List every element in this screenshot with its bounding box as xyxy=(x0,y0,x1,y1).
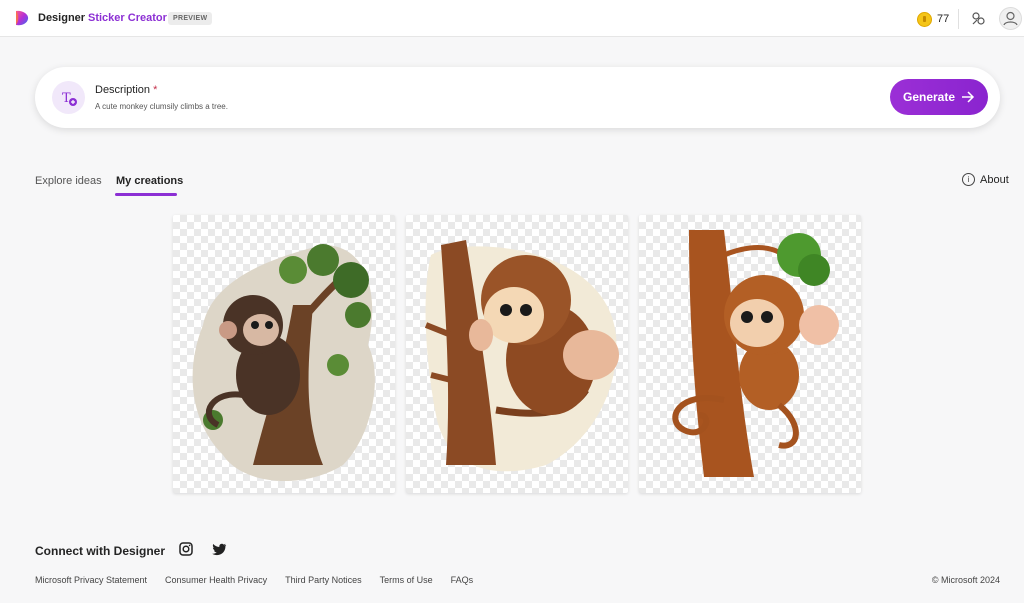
sticker-card[interactable] xyxy=(639,215,861,493)
footer-link-faqs[interactable]: FAQs xyxy=(451,575,474,585)
footer-links: Microsoft Privacy Statement Consumer Hea… xyxy=(35,575,473,585)
designer-logo-icon[interactable] xyxy=(13,9,31,27)
boost-coins[interactable]: 77 xyxy=(917,10,949,28)
twitter-icon[interactable] xyxy=(212,543,227,556)
about-label: About xyxy=(980,173,1009,186)
share-icon[interactable] xyxy=(968,9,988,29)
footer-link-terms[interactable]: Terms of Use xyxy=(380,575,433,585)
description-label-text: Description xyxy=(95,84,151,96)
monkey-sticker-image xyxy=(424,240,619,472)
about-link[interactable]: i About xyxy=(962,173,1009,186)
tab-my-creations[interactable]: My creations xyxy=(116,175,183,187)
description-label: Description * xyxy=(95,84,157,96)
instagram-icon[interactable] xyxy=(179,542,193,556)
generate-label: Generate xyxy=(902,90,956,104)
monkey-sticker-image xyxy=(672,230,839,477)
connect-heading: Connect with Designer xyxy=(35,544,166,558)
description-input[interactable]: A cute monkey clumsily climbs a tree. xyxy=(95,102,228,111)
active-tab-indicator xyxy=(115,193,177,196)
info-icon: i xyxy=(962,173,975,186)
text-prompt-icon: T xyxy=(52,81,85,114)
sticker-card[interactable] xyxy=(406,215,628,493)
footer-link-third-party[interactable]: Third Party Notices xyxy=(285,575,362,585)
required-marker: * xyxy=(153,84,158,96)
preview-badge: PREVIEW xyxy=(168,12,213,25)
monkey-sticker-image xyxy=(192,244,375,482)
generate-button[interactable]: Generate xyxy=(890,79,988,115)
coin-icon xyxy=(917,11,932,27)
coin-count: 77 xyxy=(937,13,950,25)
app-name: Sticker Creator xyxy=(88,12,167,24)
header-divider xyxy=(958,9,959,29)
brand-name: Designer xyxy=(38,12,86,24)
sticker-card[interactable] xyxy=(173,215,395,493)
avatar[interactable] xyxy=(999,7,1022,30)
top-bar: Designer Sticker Creator PREVIEW 77 xyxy=(0,0,1024,37)
avatar-icon xyxy=(1003,11,1018,26)
prompt-card: T Description * A cute monkey clumsily c… xyxy=(35,67,1000,128)
arrow-right-icon xyxy=(962,91,975,103)
footer-link-privacy[interactable]: Microsoft Privacy Statement xyxy=(35,575,147,585)
footer-link-health-privacy[interactable]: Consumer Health Privacy xyxy=(165,575,267,585)
tab-explore-ideas[interactable]: Explore ideas xyxy=(35,175,102,187)
copyright: © Microsoft 2024 xyxy=(931,575,1000,585)
